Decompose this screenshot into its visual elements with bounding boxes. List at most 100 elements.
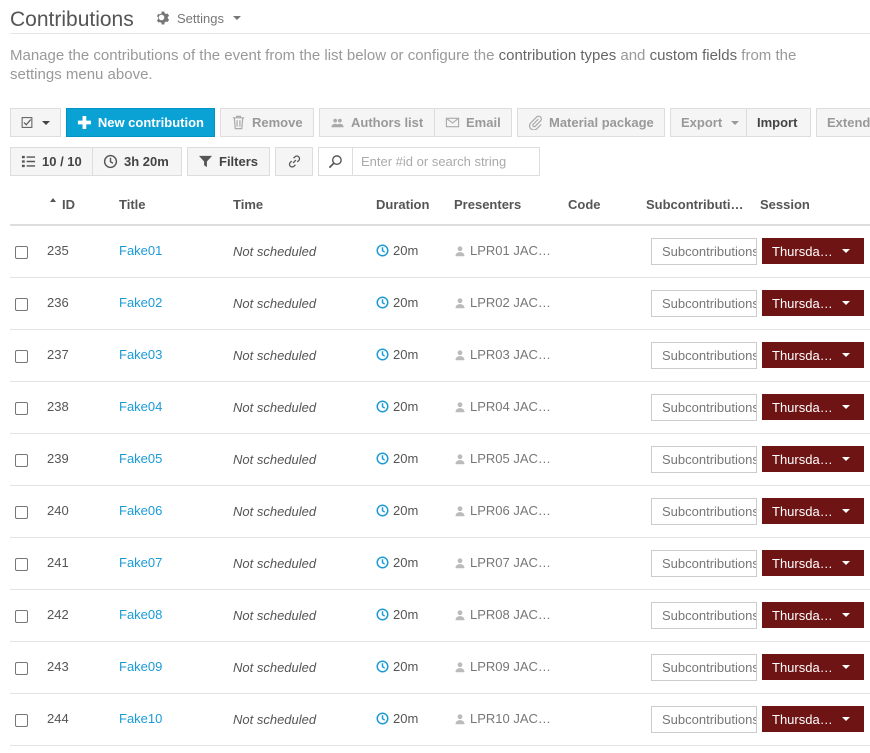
contribution-id: 240 bbox=[47, 503, 69, 518]
subcontributions-button[interactable]: Subcontributions bbox=[651, 394, 757, 421]
row-checkbox[interactable] bbox=[15, 558, 28, 571]
subcontributions-button[interactable]: Subcontributions bbox=[651, 498, 757, 525]
session-dropdown[interactable]: Thursda… bbox=[762, 602, 864, 628]
new-contribution-button[interactable]: New contribution bbox=[66, 108, 215, 137]
subcontributions-button[interactable]: Subcontributions bbox=[651, 342, 757, 369]
chevron-down-icon bbox=[42, 120, 50, 125]
row-checkbox[interactable] bbox=[15, 714, 28, 727]
contribution-title-link[interactable]: Fake05 bbox=[119, 451, 162, 466]
contribution-id: 235 bbox=[47, 243, 69, 258]
row-checkbox[interactable] bbox=[15, 506, 28, 519]
subcontributions-button[interactable]: Subcontributions bbox=[651, 706, 757, 733]
contribution-duration[interactable]: 20m bbox=[376, 711, 418, 726]
filters-button[interactable]: Filters bbox=[187, 147, 270, 176]
session-label: Thursda… bbox=[772, 399, 833, 415]
contribution-duration[interactable]: 20m bbox=[376, 503, 418, 518]
column-header-title[interactable]: Title bbox=[119, 197, 146, 212]
permalink-button[interactable] bbox=[275, 147, 313, 176]
contribution-title-link[interactable]: Fake09 bbox=[119, 659, 162, 674]
contribution-time: Not scheduled bbox=[233, 400, 317, 415]
extended-button[interactable]: Extende bbox=[816, 108, 870, 137]
authors-list-button[interactable]: Authors list bbox=[319, 108, 435, 137]
contribution-duration[interactable]: 20m bbox=[376, 451, 418, 466]
select-dropdown-button[interactable] bbox=[10, 108, 61, 137]
contribution-duration[interactable]: 20m bbox=[376, 295, 418, 310]
search-input[interactable] bbox=[353, 148, 539, 175]
contribution-types-link[interactable]: contribution types bbox=[499, 47, 617, 64]
contribution-title-link[interactable]: Fake03 bbox=[119, 347, 162, 362]
row-checkbox[interactable] bbox=[15, 298, 28, 311]
presenter-name: LPR10 JAC… bbox=[470, 711, 551, 726]
contribution-duration[interactable]: 20m bbox=[376, 659, 418, 674]
chevron-down-icon bbox=[232, 16, 241, 20]
table-row: 238 Fake04 Not scheduled 20m LPR04 JAC… … bbox=[10, 382, 870, 434]
contribution-duration[interactable]: 20m bbox=[376, 347, 418, 362]
session-dropdown[interactable]: Thursda… bbox=[762, 342, 864, 368]
contribution-title-link[interactable]: Fake01 bbox=[119, 243, 162, 258]
contribution-title-link[interactable]: Fake06 bbox=[119, 503, 162, 518]
session-dropdown[interactable]: Thursda… bbox=[762, 550, 864, 576]
settings-menu-button[interactable]: Settings bbox=[155, 10, 241, 26]
session-dropdown[interactable]: Thursda… bbox=[762, 654, 864, 680]
column-header-subcontributions[interactable]: Subcontributi… bbox=[646, 197, 744, 212]
remove-button[interactable]: Remove bbox=[220, 108, 314, 137]
sort-ascending-icon bbox=[50, 198, 56, 202]
session-dropdown[interactable]: Thursda… bbox=[762, 446, 864, 472]
chevron-down-icon bbox=[842, 405, 850, 409]
clock-icon bbox=[103, 154, 118, 169]
subcontributions-button[interactable]: Subcontributions bbox=[651, 602, 757, 629]
column-header-id[interactable]: ID bbox=[50, 197, 75, 212]
row-checkbox[interactable] bbox=[15, 350, 28, 363]
column-header-code[interactable]: Code bbox=[568, 197, 601, 212]
contribution-duration[interactable]: 20m bbox=[376, 555, 418, 570]
clock-icon bbox=[376, 556, 389, 569]
material-package-button[interactable]: Material package bbox=[517, 108, 665, 137]
import-button[interactable]: Import bbox=[747, 108, 811, 137]
clock-icon bbox=[376, 608, 389, 621]
contribution-time: Not scheduled bbox=[233, 712, 317, 727]
contribution-title-link[interactable]: Fake10 bbox=[119, 711, 162, 726]
row-checkbox[interactable] bbox=[15, 454, 28, 467]
session-dropdown[interactable]: Thursda… bbox=[762, 706, 864, 732]
row-checkbox[interactable] bbox=[15, 662, 28, 675]
column-header-presenters[interactable]: Presenters bbox=[454, 197, 521, 212]
contribution-id: 244 bbox=[47, 711, 69, 726]
session-dropdown[interactable]: Thursda… bbox=[762, 238, 864, 264]
contribution-id: 237 bbox=[47, 347, 69, 362]
column-header-time[interactable]: Time bbox=[233, 197, 263, 212]
subcontributions-button[interactable]: Subcontributions bbox=[651, 654, 757, 681]
user-icon bbox=[455, 661, 465, 672]
user-icon bbox=[455, 453, 465, 464]
contribution-time: Not scheduled bbox=[233, 452, 317, 467]
column-header-duration[interactable]: Duration bbox=[376, 197, 429, 212]
subcontributions-button[interactable]: Subcontributions bbox=[651, 550, 757, 577]
contribution-title-link[interactable]: Fake07 bbox=[119, 555, 162, 570]
session-dropdown[interactable]: Thursda… bbox=[762, 290, 864, 316]
clock-icon bbox=[376, 504, 389, 517]
subcontributions-button[interactable]: Subcontributions bbox=[651, 238, 757, 265]
contribution-duration[interactable]: 20m bbox=[376, 607, 418, 622]
export-import-group: Export Import bbox=[670, 108, 811, 137]
subcontributions-button[interactable]: Subcontributions bbox=[651, 290, 757, 317]
session-dropdown[interactable]: Thursda… bbox=[762, 394, 864, 420]
subcontributions-button[interactable]: Subcontributions bbox=[651, 446, 757, 473]
contribution-duration[interactable]: 20m bbox=[376, 399, 418, 414]
page-title: Contributions bbox=[10, 8, 134, 31]
presenter-name: LPR03 JAC… bbox=[470, 347, 551, 362]
row-checkbox[interactable] bbox=[15, 402, 28, 415]
contribution-duration[interactable]: 20m bbox=[376, 243, 418, 258]
trash-icon bbox=[232, 115, 245, 130]
export-dropdown-button[interactable]: Export bbox=[670, 108, 747, 137]
session-dropdown[interactable]: Thursda… bbox=[762, 498, 864, 524]
clock-icon bbox=[376, 660, 389, 673]
contribution-time: Not scheduled bbox=[233, 660, 317, 675]
contribution-title-link[interactable]: Fake04 bbox=[119, 399, 162, 414]
column-header-session[interactable]: Session bbox=[760, 197, 810, 212]
custom-fields-link[interactable]: custom fields bbox=[650, 47, 738, 64]
contribution-title-link[interactable]: Fake02 bbox=[119, 295, 162, 310]
contribution-time: Not scheduled bbox=[233, 504, 317, 519]
row-checkbox[interactable] bbox=[15, 246, 28, 259]
contribution-title-link[interactable]: Fake08 bbox=[119, 607, 162, 622]
email-button[interactable]: Email bbox=[435, 108, 512, 137]
row-checkbox[interactable] bbox=[15, 610, 28, 623]
